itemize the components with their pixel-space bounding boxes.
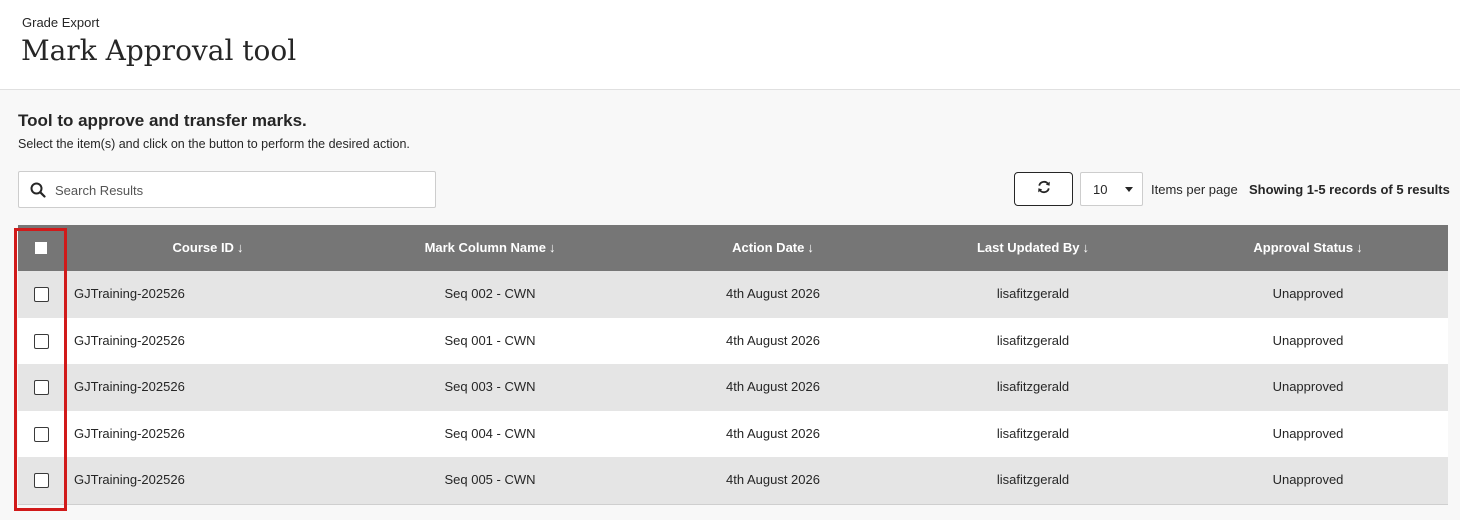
page-title: Mark Approval tool [21,34,297,67]
row-checkbox[interactable] [34,426,49,442]
cell-course-id: GJTraining-202526 [74,286,185,301]
cell-course-id: GJTraining-202526 [74,379,185,394]
cell-last-updated-by: lisafitzgerald [996,379,1070,394]
search-icon [30,182,46,198]
column-header-label: Last Updated By [976,240,1080,255]
table-row[interactable]: GJTraining-202526 Seq 003 - CWN 4th Augu… [18,364,1448,411]
cell-approval-status: Unapproved [1272,379,1344,394]
sort-arrow-icon: ↓ [548,240,556,255]
marks-table: Course ID ↓ Mark Column Name ↓ Action Date… [18,225,1448,505]
column-header-action-date[interactable]: Action Date ↓ [673,225,873,271]
section-heading: Tool to approve and transfer marks. [18,111,307,130]
cell-course-id: GJTraining-202526 [74,332,185,348]
refresh-icon [1036,179,1052,200]
page-header: Grade Export Mark Approval tool [0,0,1460,90]
cell-last-updated-by: lisafitzgerald [996,425,1070,441]
row-checkbox[interactable] [34,380,49,395]
column-header-course-id[interactable]: Course ID ↓ [108,225,308,271]
cell-last-updated-by: lisafitzgerald [996,332,1070,348]
cell-action-date: 4th August 2026 [726,332,820,348]
row-checkbox[interactable] [34,473,49,488]
table-row[interactable]: GJTraining-202526 Seq 005 - CWN 4th Augu… [18,457,1448,504]
column-header-label: Mark Column Name [424,240,546,255]
sort-arrow-icon: ↓ [236,240,244,255]
cell-action-date: 4th August 2026 [726,379,820,394]
column-header-last-updated-by[interactable]: Last Updated By ↓ [933,225,1133,271]
cell-action-date: 4th August 2026 [726,425,820,441]
cell-mark-column-name: Seq 002 - CWN [444,286,536,301]
cell-course-id: GJTraining-202526 [74,472,185,487]
select-all-checkbox[interactable] [35,242,47,254]
table-row[interactable]: GJTraining-202526 Seq 001 - CWN 4th Augu… [18,317,1448,364]
items-per-page-select[interactable]: 10 [1080,172,1143,206]
breadcrumb: Grade Export [22,15,100,30]
column-header-label: Course ID [172,240,234,255]
cell-last-updated-by: lisafitzgerald [996,286,1070,301]
section-description: Select the item(s) and click on the butt… [18,137,410,151]
cell-last-updated-by: lisafitzgerald [996,472,1070,487]
chevron-down-icon [1125,187,1133,192]
sort-arrow-icon: ↓ [807,240,814,255]
items-per-page-value: 10 [1093,182,1108,197]
sort-arrow-icon: ↓ [1082,240,1090,255]
column-header-label: Approval Status [1253,240,1354,255]
column-header-label: Action Date [732,240,805,255]
row-checkbox[interactable] [34,287,49,302]
cell-action-date: 4th August 2026 [726,472,820,487]
cell-action-date: 4th August 2026 [726,286,820,301]
cell-approval-status: Unapproved [1272,286,1344,301]
items-per-page-label: Items per page [1151,182,1238,197]
results-count: Showing 1-5 records of 5 results [1249,182,1450,197]
table-row[interactable]: GJTraining-202526 Seq 004 - CWN 4th Augu… [18,410,1448,457]
cell-mark-column-name: Seq 001 - CWN [444,332,536,348]
refresh-button[interactable] [1014,172,1073,206]
table-row[interactable]: GJTraining-202526 Seq 002 - CWN 4th Augu… [18,271,1448,318]
cell-mark-column-name: Seq 005 - CWN [444,472,536,487]
cell-course-id: GJTraining-202526 [74,425,185,441]
search-box[interactable] [18,171,436,208]
table-header-row: Course ID ↓ Mark Column Name ↓ Action Date… [18,225,1448,271]
cell-mark-column-name: Seq 004 - CWN [444,425,536,441]
cell-mark-column-name: Seq 003 - CWN [444,379,536,394]
column-header-approval-status[interactable]: Approval Status ↓ [1208,225,1408,271]
cell-approval-status: Unapproved [1272,425,1344,441]
cell-approval-status: Unapproved [1272,332,1344,348]
cell-approval-status: Unapproved [1272,472,1344,487]
search-input[interactable] [55,178,425,202]
row-checkbox[interactable] [34,333,49,349]
sort-arrow-icon: ↓ [1356,240,1363,255]
column-header-mark-column-name[interactable]: Mark Column Name ↓ [390,225,590,271]
